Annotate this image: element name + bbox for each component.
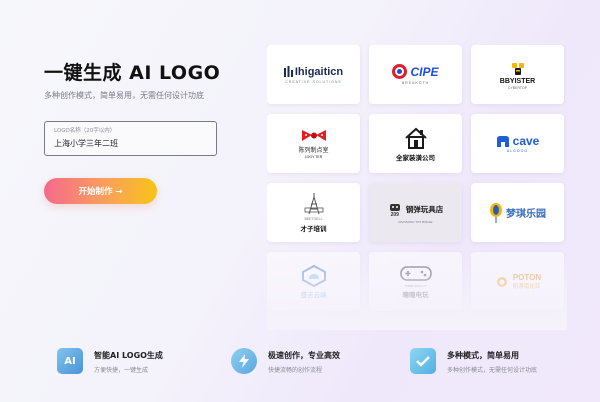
page-title: 一键生成 AI LOGO — [44, 62, 221, 84]
logo-card-title: 梦琪乐园 — [506, 209, 546, 220]
logo-card-bowtie[interactable]: 陈列制点室 LOGY TER — [267, 114, 360, 173]
sun-icon — [496, 276, 507, 287]
logo-card-title: POTON — [512, 273, 542, 282]
feature-modes: 多种模式，简单易用 多种创作模式，无需任何设计功底 — [410, 348, 537, 374]
logo-card-cipe[interactable]: CIPE BREAKOTH — [369, 45, 462, 104]
cloud-icon — [301, 264, 326, 287]
logo-card-title: 全家装潢公司 — [396, 154, 435, 162]
logo-card-cloud[interactable]: 盛吉云端 — [267, 252, 360, 311]
logo-card-bbyister[interactable]: BBYISTER CYBERTOP — [471, 45, 564, 104]
feature-title: 智能AI LOGO生成 — [94, 351, 163, 360]
page-subtitle: 多种创作模式，简单易用，无需任何设计功底 — [44, 91, 204, 100]
feature-desc: 快捷流畅的创作流程 — [268, 367, 323, 374]
feature-desc: 方便快捷，一键生成 — [94, 367, 149, 374]
bars-icon — [283, 66, 293, 77]
bee-icon — [511, 62, 524, 75]
logo-card-cave[interactable]: cave ALGOOO — [471, 114, 564, 173]
check-icon — [410, 348, 436, 374]
logo-card-title: CIPE — [410, 64, 439, 79]
logo-card-subtitle: 奶茶南比亚 — [512, 284, 541, 290]
cave-icon — [496, 135, 509, 147]
feature-title: 多种模式，简单易用 — [447, 351, 519, 360]
feature-bar: AI 智能AI LOGO生成 方便快捷，一键生成 极速创作，专业高效 快捷流畅的… — [0, 330, 600, 402]
logo-card-subtitle: BEETOELL — [304, 217, 323, 221]
logo-gallery: Ihigaiticn CREATIVE SOLUTIONS CIPE BREAK… — [267, 45, 567, 330]
feature-title: 极速创作，专业高效 — [268, 351, 340, 360]
feature-ai: AI 智能AI LOGO生成 方便快捷，一键生成 — [57, 348, 163, 374]
balloon-icon — [490, 202, 502, 223]
logo-card-ihigaiticn[interactable]: Ihigaiticn CREATIVE SOLUTIONS — [267, 45, 360, 104]
logo-card-title: BBYISTER — [499, 77, 536, 85]
logo-card-dream-park[interactable]: 梦琪乐园 — [471, 183, 564, 242]
robot-icon — [389, 203, 400, 211]
logo-card-training[interactable]: BEETOELL 才子培训 — [267, 183, 360, 242]
store-badge: 209 — [390, 211, 399, 218]
logo-card-title: 钢弹玩具店 — [405, 205, 444, 214]
logo-card-subtitle: CREATIVE SOLUTIONS — [285, 79, 342, 84]
logo-card-title: 陈列制点室 — [298, 148, 329, 154]
logo-card-title: 曈曈电玩 — [402, 292, 429, 299]
logo-card-toy-store[interactable]: 209 钢弹玩具店 DIVOSONU TOX BOKAE — [369, 183, 462, 242]
bowtie-icon — [301, 130, 326, 141]
logo-card-title: Ihigaiticn — [294, 65, 344, 78]
logo-card-subtitle: ALGOOO — [506, 149, 529, 153]
logo-card-poton[interactable]: POTON 奶茶南比亚 — [471, 252, 564, 311]
house-icon — [404, 127, 427, 149]
logo-card-title: 盛吉云端 — [300, 291, 327, 299]
logo-name-input[interactable]: 上海小学三年二班 — [54, 138, 207, 149]
logo-name-label: LOGO名称（20字以内） — [54, 128, 116, 134]
logo-card-subtitle: LOGY TER — [304, 155, 323, 159]
feature-desc: 多种创作模式，无需任何设计功底 — [447, 367, 538, 374]
logo-card-gaming[interactable]: TMMB NIGPLAY 曈曈电玩 — [369, 252, 462, 311]
logo-card-subtitle: DIVOSONU TOX BOKAE — [398, 219, 433, 224]
logo-card-subtitle: BREAKOTH — [401, 81, 430, 85]
tower-icon — [304, 193, 323, 215]
start-button[interactable]: 开始制作 → — [44, 178, 157, 204]
cipe-icon — [392, 64, 408, 79]
gamepad-icon — [399, 266, 432, 281]
logo-card-subtitle: TMMB NIGPLAY — [404, 284, 427, 288]
ai-icon: AI — [57, 348, 83, 374]
lightning-icon — [231, 348, 257, 374]
feature-speed: 极速创作，专业高效 快捷流畅的创作流程 — [231, 348, 340, 374]
logo-card-title: cave — [512, 134, 540, 148]
logo-name-field[interactable]: LOGO名称（20字以内） 上海小学三年二班 — [44, 121, 217, 156]
logo-card-title: 才子培训 — [300, 226, 327, 233]
logo-card-home-decor[interactable]: 全家装潢公司 — [369, 114, 462, 173]
logo-card-subtitle: CYBERTOP — [507, 85, 528, 90]
